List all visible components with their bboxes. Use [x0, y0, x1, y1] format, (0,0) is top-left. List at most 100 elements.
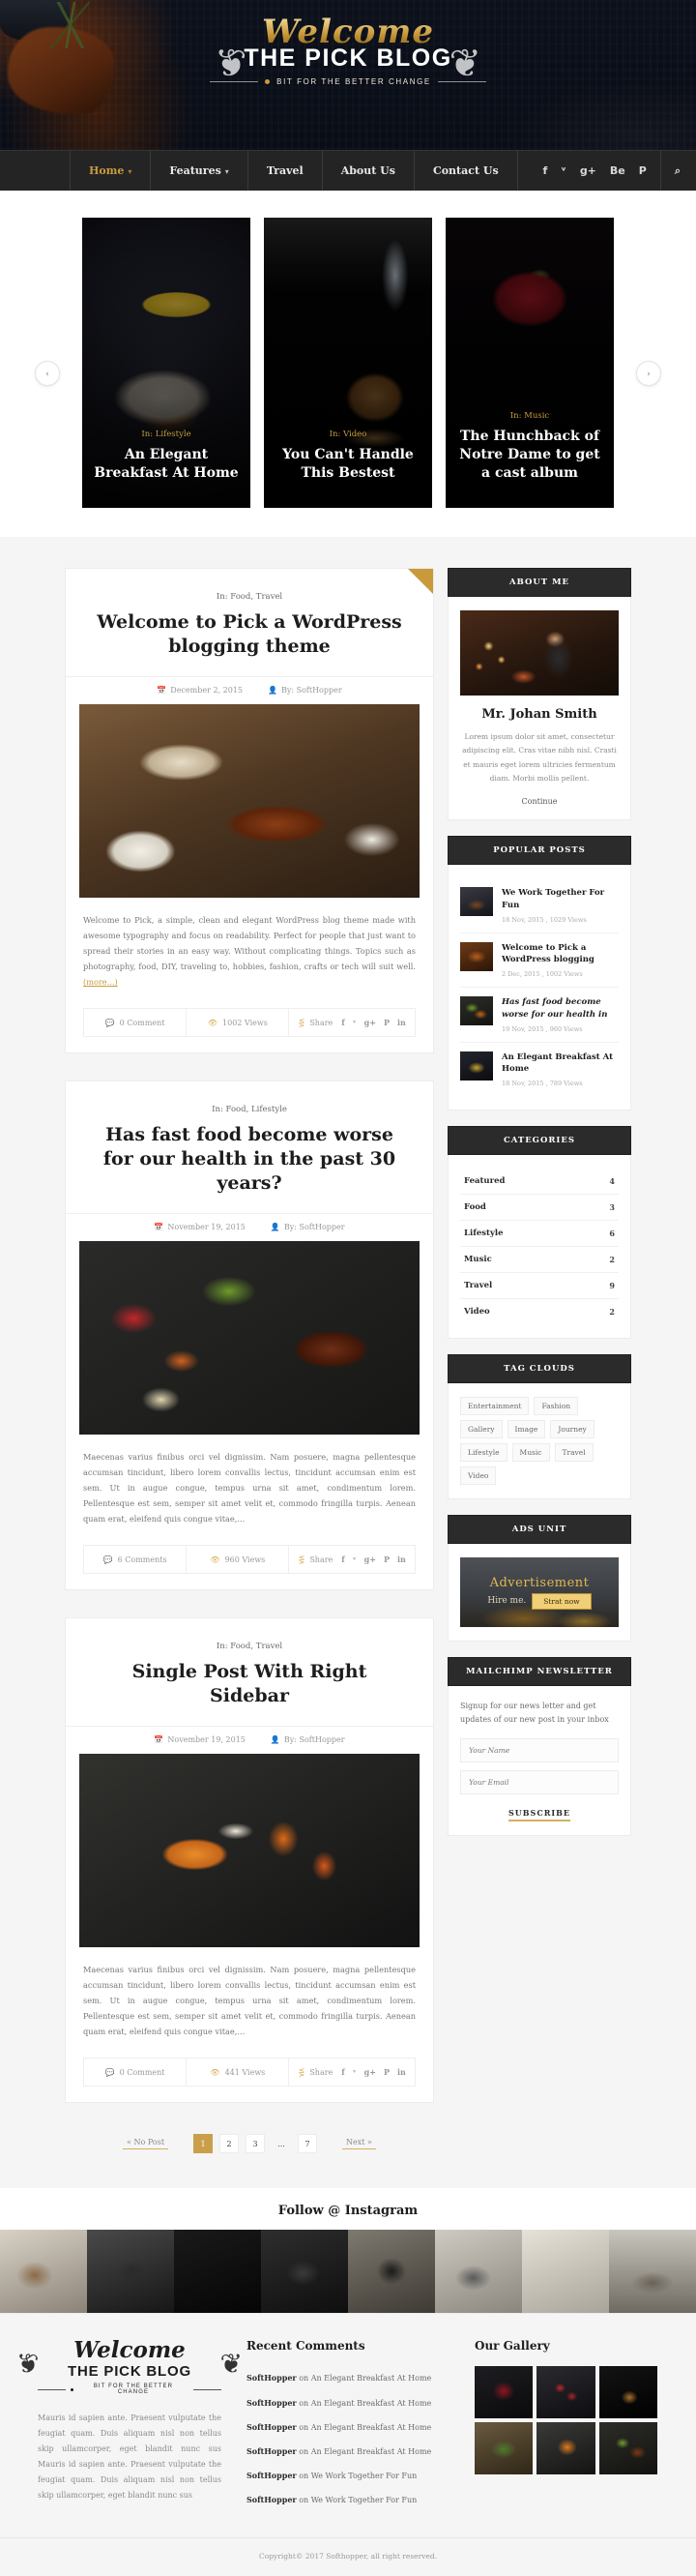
nav-item-home[interactable]: Home ▾	[70, 151, 150, 191]
behance-icon[interactable]: Be	[610, 164, 625, 177]
twitter-icon[interactable]: ᵛ	[561, 164, 566, 177]
recent-comment-item[interactable]: SoftHopper on We Work Together For Fun	[246, 2464, 450, 2488]
category-row[interactable]: Music 2	[460, 1247, 619, 1273]
slider-next-button[interactable]: ›	[636, 361, 661, 386]
category-row[interactable]: Food 3	[460, 1195, 619, 1221]
instagram-photo[interactable]	[348, 2230, 435, 2313]
tag-item[interactable]: Entertainment	[460, 1397, 529, 1415]
search-icon[interactable]: ⌕	[675, 164, 681, 178]
advertisement-button[interactable]: Strat now	[532, 1593, 591, 1610]
tag-item[interactable]: Video	[460, 1466, 496, 1485]
category-row[interactable]: Travel 9	[460, 1273, 619, 1299]
google-plus-icon[interactable]: g+	[364, 1018, 376, 1027]
twitter-icon[interactable]: ᵛ	[353, 1018, 357, 1027]
tag-item[interactable]: Journey	[550, 1420, 594, 1438]
pinterest-icon[interactable]: P	[384, 1018, 390, 1027]
google-plus-icon[interactable]: g+	[364, 2067, 376, 2077]
about-continue-link[interactable]: Continue	[460, 797, 619, 806]
post-title[interactable]: Has fast food become worse for our healt…	[91, 1123, 408, 1196]
post-category[interactable]: In: Food, Travel	[91, 592, 408, 602]
gallery-photo[interactable]	[475, 2366, 533, 2418]
popular-post-title[interactable]: We Work Together For Fun	[502, 887, 619, 912]
pagination-page-1[interactable]: 1	[193, 2134, 213, 2153]
recent-comment-item[interactable]: SoftHopper on We Work Together For Fun	[246, 2488, 450, 2512]
footer-logo[interactable]: ❦ ❦ Welcome THE PICK BLOG BIT FOR THE BE…	[38, 2339, 221, 2395]
pinterest-icon[interactable]: P	[639, 164, 647, 177]
nav-item-about-us[interactable]: About Us	[322, 151, 414, 191]
popular-post-item[interactable]: An Elegant Breakfast At Home 18 Nov, 201…	[460, 1043, 619, 1097]
popular-post-item[interactable]: We Work Together For Fun 18 Nov, 2015 , …	[460, 878, 619, 933]
newsletter-subscribe-button[interactable]: SUBSCRIBE	[508, 1808, 570, 1821]
facebook-icon[interactable]: f	[341, 2067, 344, 2077]
advertisement-banner[interactable]: Advertisement Hire me. Strat now	[460, 1557, 619, 1627]
tag-item[interactable]: Music	[512, 1443, 550, 1462]
slide-title[interactable]: An Elegant Breakfast At Home	[94, 446, 239, 483]
site-logo[interactable]: Welcome THE PICK BLOG BIT FOR THE BETTER…	[0, 15, 696, 86]
twitter-icon[interactable]: ᵛ	[353, 2067, 357, 2077]
post-comments[interactable]: 💬6 Comments	[84, 1546, 187, 1573]
instagram-photo[interactable]	[0, 2230, 87, 2313]
post-comments[interactable]: 💬0 Comment	[84, 1009, 187, 1036]
linkedin-icon[interactable]: in	[397, 1554, 406, 1564]
instagram-photo[interactable]	[609, 2230, 696, 2313]
post-category[interactable]: In: Food, Travel	[91, 1642, 408, 1651]
recent-comment-item[interactable]: SoftHopper on An Elegant Breakfast At Ho…	[246, 2391, 450, 2415]
post-share[interactable]: ⋚ Share f ᵛ g+ P in	[289, 2058, 415, 2086]
pagination-next[interactable]: Next »	[342, 2138, 376, 2149]
tag-item[interactable]: Image	[508, 1420, 546, 1438]
tag-item[interactable]: Fashion	[534, 1397, 578, 1415]
facebook-icon[interactable]: f	[341, 1018, 344, 1027]
post-category[interactable]: In: Food, Lifestyle	[91, 1105, 408, 1114]
nav-item-contact-us[interactable]: Contact Us	[414, 151, 518, 191]
popular-post-title[interactable]: Welcome to Pick a WordPress blogging	[502, 942, 619, 967]
gallery-photo[interactable]	[536, 2366, 594, 2418]
popular-post-item[interactable]: Has fast food become worse for our healt…	[460, 988, 619, 1043]
pagination-page-3[interactable]: 3	[246, 2134, 265, 2153]
facebook-icon[interactable]: f	[543, 164, 548, 177]
google-plus-icon[interactable]: g+	[580, 164, 596, 177]
instagram-photo[interactable]	[522, 2230, 609, 2313]
linkedin-icon[interactable]: in	[397, 1018, 406, 1027]
post-featured-image[interactable]	[79, 1754, 420, 1947]
slide-item[interactable]: In: Video You Can't Handle This Bestest	[264, 218, 432, 508]
category-row[interactable]: Featured 4	[460, 1169, 619, 1195]
slide-item[interactable]: In: Lifestyle An Elegant Breakfast At Ho…	[82, 218, 250, 508]
category-row[interactable]: Lifestyle 6	[460, 1221, 619, 1247]
popular-post-title[interactable]: Has fast food become worse for our healt…	[502, 996, 619, 1022]
post-comments[interactable]: 💬0 Comment	[84, 2058, 187, 2086]
facebook-icon[interactable]: f	[341, 1554, 344, 1564]
slide-title[interactable]: The Hunchback of Notre Dame to get a cas…	[457, 428, 602, 483]
popular-post-title[interactable]: An Elegant Breakfast At Home	[502, 1051, 619, 1077]
tag-item[interactable]: Travel	[555, 1443, 594, 1462]
slider-prev-button[interactable]: ‹	[35, 361, 60, 386]
category-row[interactable]: Video 2	[460, 1299, 619, 1324]
instagram-photo[interactable]	[435, 2230, 522, 2313]
newsletter-name-input[interactable]	[460, 1738, 619, 1762]
read-more-link[interactable]: (more...)	[83, 977, 118, 987]
post-title[interactable]: Welcome to Pick a WordPress blogging the…	[91, 610, 408, 659]
pagination-page-2[interactable]: 2	[219, 2134, 239, 2153]
instagram-photo[interactable]	[174, 2230, 261, 2313]
google-plus-icon[interactable]: g+	[364, 1554, 376, 1564]
gallery-photo[interactable]	[599, 2366, 657, 2418]
slide-item[interactable]: In: Music The Hunchback of Notre Dame to…	[446, 218, 614, 508]
post-featured-image[interactable]	[79, 1241, 420, 1435]
recent-comment-item[interactable]: SoftHopper on An Elegant Breakfast At Ho…	[246, 2366, 450, 2390]
pagination-prev[interactable]: « No Post	[123, 2138, 168, 2149]
pinterest-icon[interactable]: P	[384, 2067, 390, 2077]
post-share[interactable]: ⋚ Share f ᵛ g+ P in	[289, 1546, 415, 1573]
gallery-photo[interactable]	[475, 2422, 533, 2474]
slide-title[interactable]: You Can't Handle This Bestest	[276, 446, 420, 483]
newsletter-email-input[interactable]	[460, 1770, 619, 1794]
instagram-photo[interactable]	[87, 2230, 174, 2313]
post-featured-image[interactable]	[79, 704, 420, 898]
pagination-page-7[interactable]: 7	[298, 2134, 317, 2153]
tag-item[interactable]: Gallery	[460, 1420, 503, 1438]
recent-comment-item[interactable]: SoftHopper on An Elegant Breakfast At Ho…	[246, 2440, 450, 2464]
linkedin-icon[interactable]: in	[397, 2067, 406, 2077]
tag-item[interactable]: Lifestyle	[460, 1443, 508, 1462]
popular-post-item[interactable]: Welcome to Pick a WordPress blogging 2 D…	[460, 933, 619, 989]
recent-comment-item[interactable]: SoftHopper on An Elegant Breakfast At Ho…	[246, 2415, 450, 2440]
post-title[interactable]: Single Post With Right Sidebar	[91, 1660, 408, 1708]
nav-item-features[interactable]: Features ▾	[150, 151, 246, 191]
